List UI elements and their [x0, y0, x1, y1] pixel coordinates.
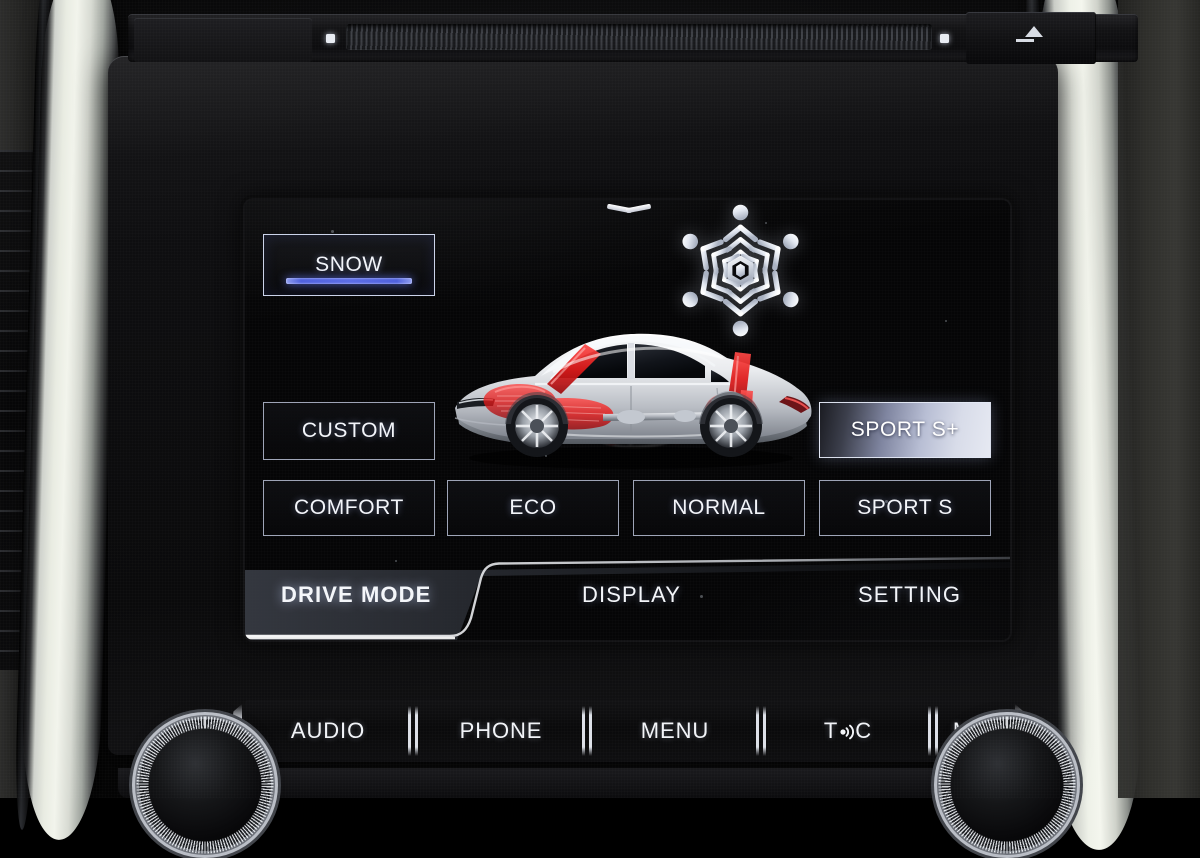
drive-mode-button-comfort[interactable]: COMFORT — [263, 480, 435, 536]
drive-mode-label-custom: CUSTOM — [301, 419, 397, 442]
eject-icon — [1025, 26, 1043, 37]
drive-mode-label-normal: NORMAL — [672, 496, 766, 519]
hardware-button-audio[interactable]: AUDIO — [253, 700, 403, 762]
drive-mode-label-comfort: COMFORT — [294, 496, 404, 519]
hw-divider-2a — [582, 706, 585, 756]
tab-label-drive-mode: DRIVE MODE — [281, 582, 432, 607]
tab-display[interactable]: DISPLAY — [582, 582, 681, 608]
tab-label-display: DISPLAY — [582, 582, 681, 607]
disc-indicator-led-left — [326, 34, 335, 43]
hw-divider-3b — [763, 706, 766, 756]
drive-mode-button-custom[interactable]: CUSTOM — [263, 402, 435, 460]
hw-label-phone: PHONE — [459, 718, 543, 743]
hw-label-t-connect-c: C — [855, 718, 873, 743]
hw-label-t-connect-t: T — [823, 718, 839, 743]
drive-mode-button-sport-s-plus[interactable]: SPORT S+ — [819, 402, 991, 458]
drive-mode-button-snow[interactable]: SNOW — [263, 234, 435, 296]
dashboard-background: SNOW CUSTOM COMFORT ECO NORMAL SPORT S+ … — [0, 0, 1200, 851]
infotainment-screen[interactable]: SNOW CUSTOM COMFORT ECO NORMAL SPORT S+ … — [245, 200, 1010, 640]
drive-mode-button-eco[interactable]: ECO — [447, 480, 619, 536]
snow-active-underline — [286, 278, 412, 284]
hardware-button-menu[interactable]: MENU — [599, 700, 751, 762]
hw-divider-1b — [415, 706, 418, 756]
hw-divider-4b — [935, 706, 938, 756]
cd-disc-slot[interactable] — [346, 24, 932, 50]
disc-indicator-led-right — [940, 34, 949, 43]
power-volume-knob[interactable] — [146, 726, 264, 844]
hardware-button-phone[interactable]: PHONE — [425, 700, 577, 762]
disc-blank-panel — [134, 18, 312, 62]
t-connect-logo: T C — [824, 718, 872, 744]
eject-button[interactable] — [966, 12, 1096, 64]
hardware-button-t-connect[interactable]: T C — [773, 700, 923, 762]
drive-mode-label-snow: SNOW — [315, 253, 383, 276]
drive-mode-button-sport-s[interactable]: SPORT S — [819, 480, 991, 536]
disc-slot-row — [128, 6, 1138, 64]
hardware-button-row: AUDIO PHONE MENU T C — [229, 700, 1028, 762]
drive-mode-label-sport-s: SPORT S — [857, 496, 953, 519]
hw-label-audio: AUDIO — [290, 718, 366, 743]
hw-divider-2b — [589, 706, 592, 756]
dash-right-panel — [1118, 0, 1200, 798]
screen-tab-bar: DRIVE MODE DISPLAY SETTING — [245, 548, 1010, 640]
tab-setting[interactable]: SETTING — [858, 582, 961, 608]
signal-wave-icon — [839, 721, 855, 741]
tune-scroll-knob[interactable] — [948, 726, 1066, 844]
tab-drive-mode[interactable]: DRIVE MODE — [281, 582, 431, 608]
hw-divider-3a — [756, 706, 759, 756]
drive-mode-label-sport-s-plus: SPORT S+ — [850, 418, 960, 441]
drive-mode-label-eco: ECO — [509, 496, 557, 519]
drive-mode-button-normal[interactable]: NORMAL — [633, 480, 805, 536]
eject-icon-bar — [1016, 39, 1034, 42]
hw-divider-4a — [928, 706, 931, 756]
snowflake-icon — [682, 204, 799, 337]
hw-label-menu: MENU — [640, 718, 710, 743]
chevron-down-icon[interactable] — [606, 203, 652, 220]
hw-divider-1a — [408, 706, 411, 756]
tab-label-setting: SETTING — [858, 582, 962, 607]
